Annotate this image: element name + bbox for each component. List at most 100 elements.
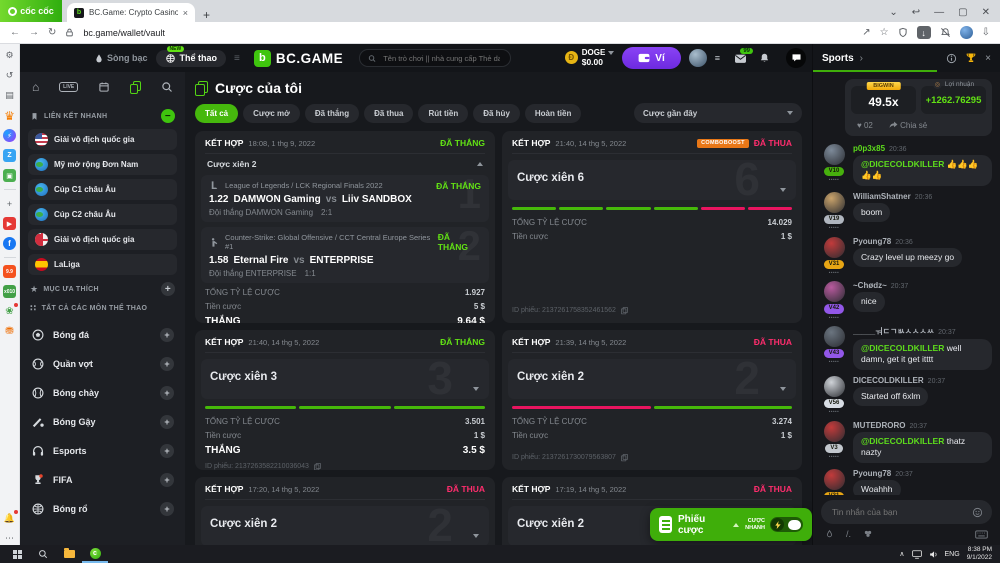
message-username[interactable]: MUTEDRORO xyxy=(853,421,905,430)
coccoc-menu-button[interactable]: cốc cốc xyxy=(0,0,62,22)
sort-dropdown[interactable]: Cược gần đây xyxy=(634,103,802,123)
file-explorer-icon[interactable] xyxy=(56,545,82,563)
minimize-button[interactable]: — xyxy=(934,8,944,18)
chat-close-icon[interactable]: × xyxy=(985,53,991,64)
bigwin-share-card[interactable]: BIGWIN 49.5x ◎Lợi nhuận +1262.76295 ♥ 02… xyxy=(845,79,992,136)
user-avatar[interactable] xyxy=(824,421,845,442)
quick-link-item[interactable]: Giải vô địch quốc gia xyxy=(28,229,177,250)
sidebar-sport-basketball[interactable]: Bóng rổ+ xyxy=(28,494,177,523)
chat-input[interactable] xyxy=(821,500,992,524)
plant-app-icon[interactable]: ❀ xyxy=(3,305,16,318)
close-button[interactable]: ✕ xyxy=(982,8,990,18)
tab-search-icon[interactable]: ⌄ xyxy=(889,8,897,18)
user-avatar[interactable] xyxy=(824,376,845,397)
back-icon[interactable]: ← xyxy=(10,27,20,38)
notifications-blocked-icon[interactable] xyxy=(940,27,951,38)
bell-icon[interactable] xyxy=(759,52,770,64)
message-username[interactable]: _____ㅝㄷㄱㅄㅅㅅㅅㅆ xyxy=(853,327,934,336)
wallet-button[interactable]: Ví xyxy=(622,47,680,69)
expand-sport-button[interactable]: + xyxy=(160,357,174,371)
new-tab-button[interactable]: + xyxy=(203,8,210,22)
expand-caret-icon[interactable] xyxy=(780,387,786,391)
downloads-tray-icon[interactable]: ⇩ xyxy=(982,27,990,38)
chat-room-tab[interactable]: Sports xyxy=(822,53,854,64)
expand-sport-button[interactable]: + xyxy=(160,444,174,458)
message-username[interactable]: Pyoung78 xyxy=(853,469,891,478)
add-favorite-button[interactable]: + xyxy=(161,282,175,296)
sidebar-sport-tennis[interactable]: Quần vợt+ xyxy=(28,349,177,378)
sidebar-sport-cricket[interactable]: Bóng Gậy+ xyxy=(28,407,177,436)
message-username[interactable]: WilliamShatner xyxy=(853,192,911,201)
like-button[interactable]: ♥ 02 xyxy=(857,121,873,130)
restore-tab-icon[interactable]: ↩ xyxy=(912,8,920,18)
quick-link-item[interactable]: Cúp C2 châu Âu xyxy=(28,204,177,225)
user-avatar[interactable] xyxy=(689,49,707,67)
emoji-icon[interactable] xyxy=(972,507,983,518)
sidebar-more-icon[interactable]: ⋯ xyxy=(3,532,16,545)
keyboard-icon[interactable] xyxy=(975,530,988,539)
quick-bet-toggle[interactable] xyxy=(770,517,803,532)
language-indicator[interactable]: ENG xyxy=(945,551,960,558)
trophy-icon[interactable] xyxy=(965,52,977,64)
filter-pill[interactable]: Đã hủy xyxy=(473,104,520,123)
taskbar-search-icon[interactable] xyxy=(30,545,56,563)
reload-icon[interactable]: ↻ xyxy=(48,27,56,38)
message-username[interactable]: ~Chødz~ xyxy=(853,281,887,290)
mail-icon[interactable]: 99 xyxy=(734,53,747,64)
chat-rules-info-icon[interactable] xyxy=(946,53,957,64)
balance-selector[interactable]: Ð DOGE $0.00 xyxy=(565,49,615,67)
schedule-calendar-icon[interactable] xyxy=(98,81,110,93)
start-button[interactable] xyxy=(4,545,30,563)
youtube-icon[interactable]: ▶ xyxy=(3,217,16,230)
clover-icon[interactable] xyxy=(863,529,873,539)
settings-gear-icon[interactable]: ⚙ xyxy=(3,49,16,62)
user-avatar[interactable] xyxy=(824,237,845,258)
expand-caret-icon[interactable] xyxy=(473,534,479,538)
copy-icon[interactable] xyxy=(620,306,629,315)
sidebar-bell-icon[interactable]: 🔔 xyxy=(3,512,16,525)
commands-icon[interactable]: /. xyxy=(846,529,851,539)
filter-pill[interactable]: Đã thua xyxy=(364,104,413,123)
mention-link[interactable]: @DICECOLDKILLER xyxy=(861,436,944,446)
collapse-caret-icon[interactable] xyxy=(477,162,483,166)
message-username[interactable]: p0p3x85 xyxy=(853,144,885,153)
sidebar-sport-esports[interactable]: Esports+ xyxy=(28,436,177,465)
mention-link[interactable]: @DICECOLDKILLER xyxy=(861,159,944,169)
message-username[interactable]: DICECOLDKILLER xyxy=(853,376,924,385)
promo-app-icon[interactable]: x010 xyxy=(3,285,16,298)
shopee-99-icon[interactable]: 9.9 xyxy=(3,265,16,278)
copy-icon[interactable] xyxy=(620,453,629,462)
bcgame-logo[interactable]: b BC.GAME xyxy=(254,50,343,67)
collapse-quick-links-button[interactable]: − xyxy=(161,109,175,123)
game-search[interactable] xyxy=(359,49,511,67)
browser-profile-avatar[interactable] xyxy=(960,26,973,39)
quick-link-item[interactable]: Giải vô địch quốc gia xyxy=(28,129,177,150)
tab-close-icon[interactable]: × xyxy=(183,8,188,18)
user-avatar[interactable] xyxy=(824,144,845,165)
expand-sport-button[interactable]: + xyxy=(160,386,174,400)
chat-toggle-button[interactable] xyxy=(786,48,806,68)
expand-caret-icon[interactable] xyxy=(473,387,479,391)
mention-link[interactable]: @DICECOLDKILLER xyxy=(861,343,944,353)
maximize-button[interactable]: ▢ xyxy=(958,8,967,18)
user-avatar[interactable] xyxy=(824,281,845,302)
user-avatar[interactable] xyxy=(824,326,845,347)
expand-caret-icon[interactable] xyxy=(780,188,786,192)
quick-link-item[interactable]: LaLiga xyxy=(28,254,177,275)
download-active-icon[interactable]: ↓ xyxy=(917,26,931,39)
casino-tab[interactable]: Sòng bạc xyxy=(94,53,148,64)
betslip-button[interactable]: Phiếu cược CƯỢCNHANH xyxy=(650,508,812,541)
filter-pill[interactable]: Rút tiền xyxy=(418,104,468,123)
sports-tab[interactable]: NEW Thể thao xyxy=(156,50,227,67)
rain-icon[interactable] xyxy=(825,529,834,539)
filter-pill[interactable]: Tất cả xyxy=(195,104,238,123)
chevron-right-icon[interactable]: › xyxy=(860,53,863,64)
bookmark-star-icon[interactable]: ☆ xyxy=(880,27,889,38)
header-menu-icon[interactable]: ≡ xyxy=(234,53,240,64)
sidebar-sport-fifa[interactable]: FIFA+ xyxy=(28,465,177,494)
network-icon[interactable] xyxy=(912,550,922,559)
coccoc-taskbar-icon[interactable]: c xyxy=(82,545,108,563)
copy-icon[interactable] xyxy=(313,462,322,470)
url-text[interactable]: bc.game/wallet/vault xyxy=(83,28,165,38)
home-icon[interactable]: ⌂ xyxy=(32,80,39,94)
